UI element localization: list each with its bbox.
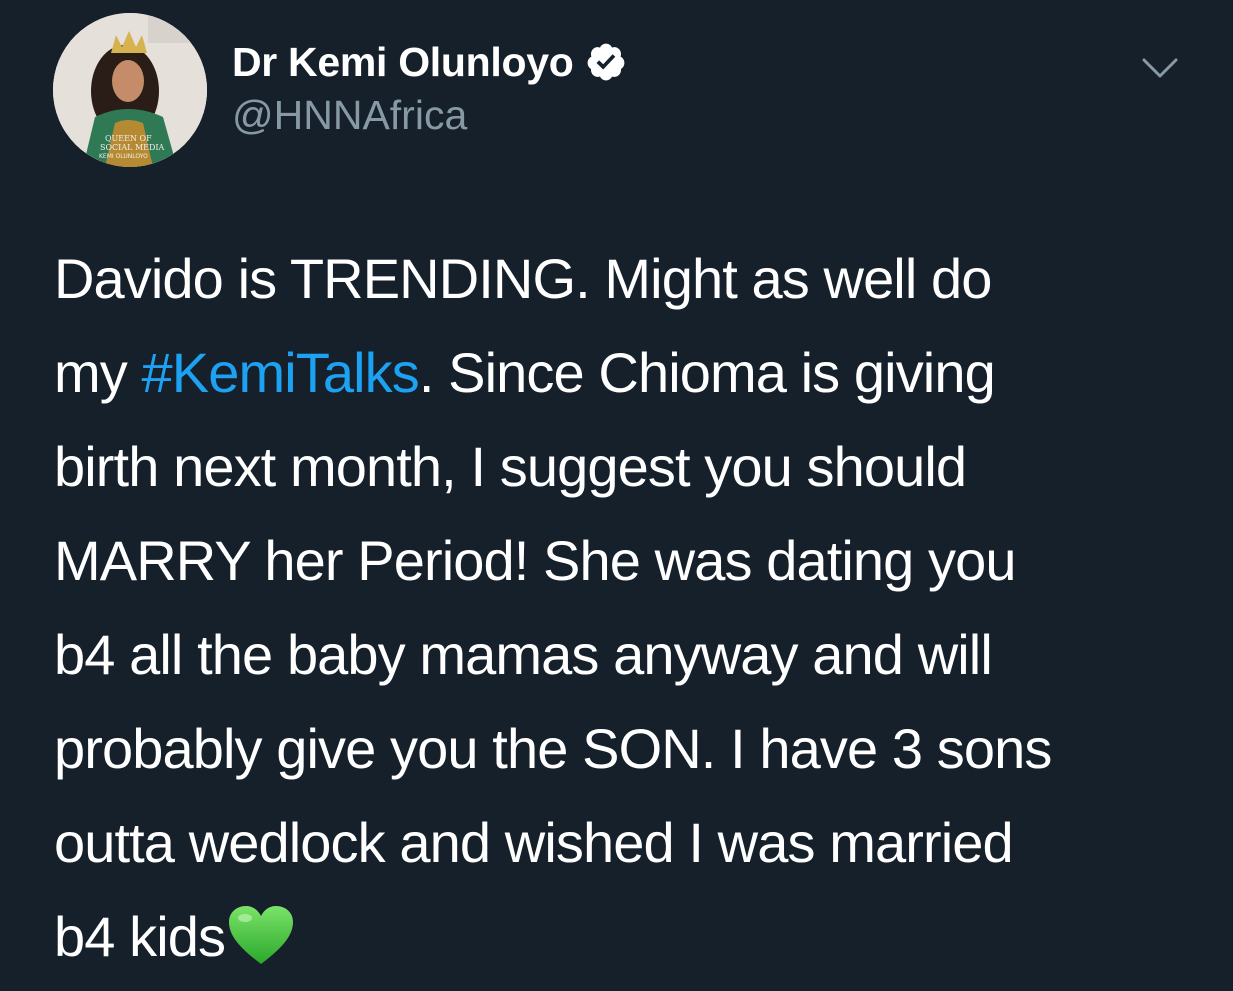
avatar[interactable]: QUEEN OF SOCIAL MEDIA KEMI OLUNLOYO [53,13,207,167]
tweet-text-segment: . Since Chioma is giving [418,341,996,404]
tweet-line: outta wedlock and wished I was married [54,811,1014,874]
tweet-line: probably give you the SON. I have 3 sons [54,717,1052,780]
svg-text:QUEEN OF: QUEEN OF [105,134,152,143]
tweet-line: b4 all the baby mamas anyway and will [54,623,993,686]
display-name[interactable]: Dr Kemi Olunloyo [232,39,574,86]
display-name-row: Dr Kemi Olunloyo [232,38,627,86]
green-heart-icon [227,902,295,966]
svg-text:KEMI OLUNLOYO: KEMI OLUNLOYO [99,153,148,160]
tweet-line: MARRY her Period! She was dating you [54,529,1017,592]
tweet-line: b4 kids [54,890,1204,984]
tweet-line: my #KemiTalks. Since Chioma is giving [54,326,1204,420]
tweet-line: birth next month, I suggest you should [54,435,967,498]
user-handle[interactable]: @HNNAfrica [232,92,627,139]
tweet-line: Davido is TRENDING. Might as well do [54,247,992,310]
hashtag-link[interactable]: #KemiTalks [142,341,420,404]
tweet-card: QUEEN OF SOCIAL MEDIA KEMI OLUNLOYO Dr K… [0,0,1233,991]
verified-badge-icon [585,41,627,83]
chevron-down-icon[interactable] [1138,52,1182,86]
tweet-text-segment: my [54,341,142,404]
avatar-image: QUEEN OF SOCIAL MEDIA KEMI OLUNLOYO [53,13,207,167]
user-info: Dr Kemi Olunloyo @HNNAfrica [232,38,627,139]
tweet-text: Davido is TRENDING. Might as well do my … [54,232,1204,984]
tweet-text-segment: b4 kids [54,905,226,968]
svg-text:SOCIAL MEDIA: SOCIAL MEDIA [100,143,165,152]
